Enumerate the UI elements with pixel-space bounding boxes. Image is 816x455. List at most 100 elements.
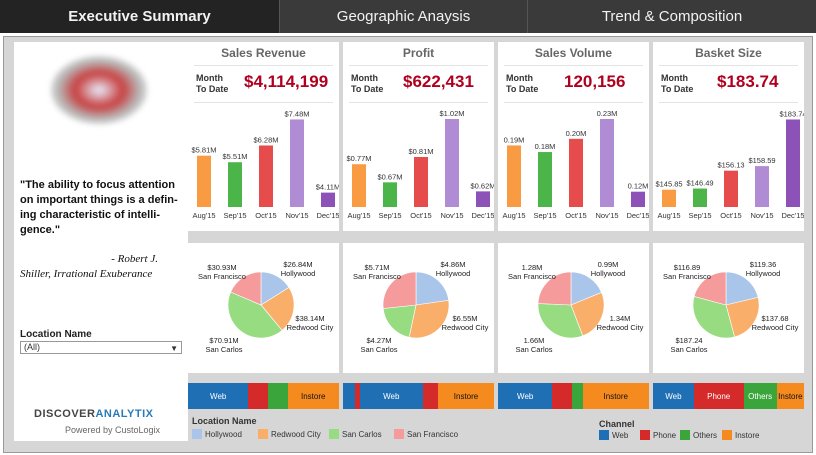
bar[interactable] bbox=[755, 166, 769, 207]
channel-segment-instore[interactable]: Instore bbox=[438, 383, 494, 409]
pie-location-label: San Francisco bbox=[508, 272, 556, 281]
category-label: Dec'15 bbox=[626, 211, 649, 220]
channel-segment-instore[interactable]: Instore bbox=[582, 383, 649, 409]
legend-swatch bbox=[599, 430, 609, 440]
legend-swatch bbox=[680, 430, 690, 440]
pie-value-label: $137.68 bbox=[761, 314, 788, 323]
bar-value-label: $146.49 bbox=[686, 179, 713, 188]
pie-location-label: Hollywood bbox=[436, 269, 471, 278]
pie-value-label: 1.66M bbox=[524, 336, 545, 345]
channel-segment-web[interactable]: Web bbox=[188, 383, 249, 409]
channel-segment-web[interactable] bbox=[343, 383, 356, 409]
category-label: Oct'15 bbox=[720, 211, 741, 220]
channel-segment-phone[interactable] bbox=[552, 383, 572, 409]
bar-value-label: $0.67M bbox=[377, 172, 402, 181]
bar[interactable] bbox=[197, 155, 211, 207]
category-label: Dec'15 bbox=[316, 211, 339, 220]
category-label: Oct'15 bbox=[410, 211, 431, 220]
legend-channel-title: Channel bbox=[599, 419, 635, 429]
channel-segment-others[interactable]: Others bbox=[743, 383, 777, 409]
legend-item-label[interactable]: Instore bbox=[735, 431, 759, 440]
legend-item-label[interactable]: Phone bbox=[653, 431, 676, 440]
category-label: Nov'15 bbox=[440, 211, 463, 220]
channel-segment-phone[interactable]: Phone bbox=[693, 383, 744, 409]
tab-geographic-analysis[interactable]: Geographic Anaysis bbox=[280, 0, 528, 33]
month-to-date-label: Month To Date bbox=[351, 73, 384, 94]
bar-chart-profit: $0.77M Aug'15 $0.67M Sep'15 $0.81M Oct'15 $1.0… bbox=[346, 109, 494, 220]
channel-segment-web[interactable]: Web bbox=[498, 383, 553, 409]
bar-value-label: 0.12M bbox=[628, 182, 649, 191]
channel-segment-web[interactable]: Web bbox=[359, 383, 423, 409]
channel-segment-instore[interactable]: Instore bbox=[287, 383, 339, 409]
bar[interactable] bbox=[631, 191, 645, 207]
kpi-title: Profit bbox=[402, 46, 435, 60]
location-filter-dropdown[interactable]: (All) ▼ bbox=[20, 341, 182, 354]
legend-item-label[interactable]: Web bbox=[612, 431, 628, 440]
bar[interactable] bbox=[290, 119, 304, 207]
bar-value-label: $0.77M bbox=[346, 154, 371, 163]
bar-chart-sales-volume: 0.19M Aug'15 0.18M Sep'15 0.20M Oct'15 0.23M No… bbox=[502, 109, 649, 220]
bar[interactable] bbox=[476, 191, 490, 207]
bar[interactable] bbox=[662, 189, 676, 207]
category-label: Sep'15 bbox=[688, 211, 711, 220]
channel-segment-others[interactable] bbox=[571, 383, 583, 409]
category-label: Nov'15 bbox=[595, 211, 618, 220]
bar-value-label: $6.28M bbox=[253, 135, 278, 144]
legend-item-label[interactable]: Others bbox=[693, 431, 717, 440]
channel-segment-instore[interactable]: Instore bbox=[776, 383, 804, 409]
kpi-value: 120,156 bbox=[564, 72, 626, 91]
legend-item-label[interactable]: San Francisco bbox=[407, 430, 458, 439]
legend-item-label[interactable]: Redwood City bbox=[271, 430, 321, 439]
kpi-card-basket-size: Basket Size Month To Date $183.74 $145.85… bbox=[653, 42, 804, 231]
bar-value-label: 0.18M bbox=[535, 142, 556, 151]
bar[interactable] bbox=[352, 164, 366, 207]
channel-segment-phone[interactable] bbox=[248, 383, 268, 409]
channel-segment-others[interactable] bbox=[267, 383, 288, 409]
bar[interactable] bbox=[786, 119, 800, 207]
pie-location-label: Redwood City bbox=[442, 323, 489, 332]
pie-value-label: $38.14M bbox=[295, 314, 324, 323]
legend-item-label[interactable]: San Carlos bbox=[342, 430, 382, 439]
pie-chart-basket-size: $119.36Hollywood $137.68Redwood City $187.… bbox=[663, 260, 799, 354]
bar[interactable] bbox=[724, 170, 738, 207]
bar-value-label: $7.48M bbox=[284, 109, 309, 118]
kpi-card-sales-volume: Sales Volume Month To Date 120,156 0.19M A… bbox=[498, 42, 649, 231]
channel-segment-web[interactable]: Web bbox=[653, 383, 694, 409]
bar[interactable] bbox=[259, 145, 273, 207]
bar[interactable] bbox=[383, 182, 397, 207]
bar-value-label: $145.85 bbox=[655, 180, 682, 189]
channel-bar-profit: Web Instore bbox=[343, 383, 494, 409]
bar[interactable] bbox=[600, 119, 614, 207]
pie-location-label: San Carlos bbox=[205, 345, 242, 354]
kpi-title: Basket Size bbox=[695, 46, 762, 60]
bar[interactable] bbox=[693, 188, 707, 207]
quote-author: - Robert J. Shiller, Irrational Exuberan… bbox=[20, 252, 182, 282]
pie-chart-sales-revenue: $26.84MHollywood $38.14MRedwood City $70.9… bbox=[198, 260, 334, 354]
category-label: Sep'15 bbox=[533, 211, 556, 220]
pie-value-label: 1.28M bbox=[522, 263, 543, 272]
bar-value-label: $4.11M bbox=[316, 183, 339, 192]
pie-value-label: $119.36 bbox=[750, 260, 777, 269]
bar[interactable] bbox=[507, 145, 521, 207]
tab-executive-summary[interactable]: Executive Summary bbox=[0, 0, 280, 33]
bar-value-label: $0.62M bbox=[470, 181, 494, 190]
bar[interactable] bbox=[538, 152, 552, 207]
pie-location-label: San Carlos bbox=[360, 345, 397, 354]
bar-value-label: $156.13 bbox=[717, 161, 744, 170]
tab-trend-composition[interactable]: Trend & Composition bbox=[528, 0, 816, 33]
pie-location-label: Hollywood bbox=[746, 269, 781, 278]
month-to-date-label: Month To Date bbox=[506, 73, 539, 94]
bar-value-label: $1.02M bbox=[439, 109, 464, 118]
kpi-value: $622,431 bbox=[403, 72, 474, 91]
bar[interactable] bbox=[321, 192, 335, 207]
bar[interactable] bbox=[228, 162, 242, 207]
bar[interactable] bbox=[569, 138, 583, 207]
category-label: Aug'15 bbox=[347, 211, 370, 220]
bar[interactable] bbox=[414, 157, 428, 207]
bar[interactable] bbox=[445, 119, 459, 207]
channel-segment-phone[interactable] bbox=[422, 383, 439, 409]
pie-value-label: $5.71M bbox=[364, 263, 389, 272]
pie-value-label: 1.34M bbox=[610, 314, 631, 323]
legend-item-label[interactable]: Hollywood bbox=[205, 430, 242, 439]
pie-value-label: $4.27M bbox=[366, 336, 391, 345]
